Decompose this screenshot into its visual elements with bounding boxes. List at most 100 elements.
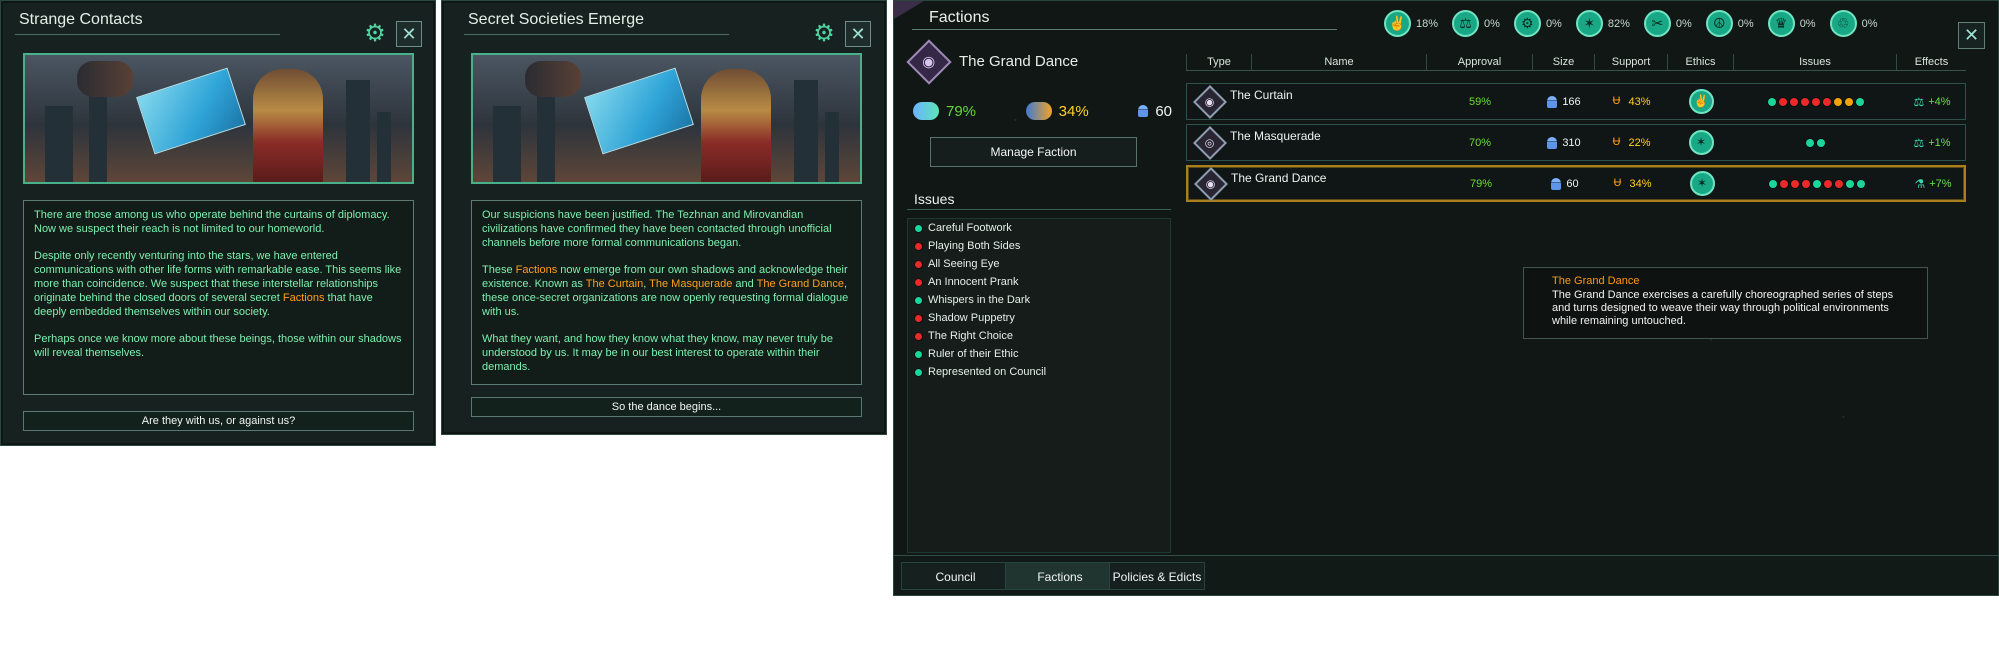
effect-icon: ⚖ [1913,135,1925,150]
size-cell: 60 [1534,177,1596,190]
support-icon: Ʉ [1612,136,1621,148]
support-value: 34% [1629,177,1652,190]
highlight-the-curtain: The Curtain [585,278,644,290]
close-button[interactable]: ✕ [396,21,422,47]
issue-item[interactable]: Playing Both Sides [908,237,1170,255]
close-icon: ✕ [850,24,866,44]
approval-icon [913,102,939,120]
banner-tower [493,106,521,182]
approval-value: 79% [946,102,977,120]
effects-header[interactable]: Effects [1896,54,1966,70]
manage-faction-button[interactable]: Manage Faction [930,137,1137,167]
size-header[interactable]: Size [1532,54,1594,70]
banner-tower [89,86,107,182]
ethic-icon: ✂ [1643,10,1671,37]
ethic-icon: ✶ [1688,130,1714,155]
faction-rows: ◉ The Curtain 59% 166 Ʉ 43% ✌ ⚖ +4% ◎ The … [1186,83,1966,206]
ethic-percentage: ⚙ 0% [1513,10,1562,37]
ethic-percentage: ♲ 0% [1829,10,1878,37]
robed-figure [253,69,323,182]
table-row[interactable]: ◉ The Curtain 59% 166 Ʉ 43% ✌ ⚖ +4% [1186,83,1966,120]
highlight-the-grand-dance: The Grand Dance [756,278,845,290]
response-button[interactable]: Are they with us, or against us? [23,411,414,431]
panel-title: Strange Contacts [19,11,143,28]
tab-policies-edicts[interactable]: Policies & Edicts [1109,562,1205,590]
status-dot-icon [1812,179,1821,188]
effect-value: +7% [1929,177,1952,190]
ethic-percent-value: 18% [1416,17,1439,30]
table-row[interactable]: ◎ The Masquerade 70% 310 Ʉ 22% ✶ ⚖ +1% [1186,124,1966,161]
ethic-icon: ☮ [1705,10,1733,37]
status-dot-icon [1855,97,1864,106]
banner-tower [45,106,73,182]
tab-council[interactable]: Council [901,562,1010,590]
issue-item[interactable]: Careful Footwork [908,219,1170,237]
type-header[interactable]: Type [1186,54,1251,70]
issue-label: The Right Choice [928,330,1013,342]
ethic-icon: ⚙ [1513,10,1541,37]
banner-tower [346,80,370,182]
issue-label: Ruler of their Ethic [928,348,1019,360]
support-icon: Ʉ [1613,177,1622,189]
effect-cell: ⚖ +4% [1897,95,1967,109]
description-paragraph-1: Our suspicions have been justified. The … [482,209,832,249]
faction-emblem-icon: ◉ [1193,84,1227,119]
close-button[interactable]: ✕ [1958,22,1985,49]
name-header[interactable]: Name [1251,54,1426,70]
tooltip-text: The Grand Dance exercises a carefully ch… [1552,289,1894,327]
ethics-header[interactable]: Ethics [1667,54,1733,70]
issue-dots [1735,179,1898,188]
support-value: 43% [1628,95,1651,108]
ethic-percent-value: 0% [1545,17,1562,30]
issue-item[interactable]: Represented on Council [908,363,1170,381]
size-stat: 60 [1138,103,1172,120]
table-header: Type Name Approval Size Support Ethics I… [1186,54,1966,71]
approval-header[interactable]: Approval [1426,54,1532,70]
size-value: 60 [1566,177,1579,190]
settings-button[interactable]: ⚙ [362,21,388,47]
ethic-percent-value: 82% [1607,17,1630,30]
banner-tower [537,86,555,182]
population-icon [1547,95,1558,108]
issues-header[interactable]: Issues [1733,54,1896,70]
status-dot-icon [915,224,922,232]
strange-contacts-panel: Strange Contacts ⚙ ✕ There are those amo… [0,0,436,446]
text-fragment: and [732,278,757,290]
table-row[interactable]: ◉ The Grand Dance 79% 60 Ʉ 34% ✶ ⚗ +7% [1186,165,1966,202]
issue-item[interactable]: Shadow Puppetry [908,309,1170,327]
issues-divider [907,209,1171,210]
banner-tower [377,112,391,182]
status-dot-icon [915,314,922,322]
selected-faction-name: The Grand Dance [959,53,1079,70]
status-dot-icon [1811,97,1820,106]
effect-cell: ⚗ +7% [1898,177,1968,191]
gear-icon: ⚙ [813,20,835,47]
status-dot-icon [1767,97,1776,106]
issue-item[interactable]: Whispers in the Dark [908,291,1170,309]
effect-icon: ⚗ [1914,176,1926,191]
issue-item[interactable]: The Right Choice [908,327,1170,345]
close-button[interactable]: ✕ [845,21,871,47]
status-dot-icon [915,368,922,376]
issue-item[interactable]: All Seeing Eye [908,255,1170,273]
status-dot-icon [1856,179,1865,188]
ethic-icon: ⚖ [1452,10,1480,37]
status-dot-icon [1806,138,1814,147]
ethics-cell: ✌ [1668,89,1734,114]
issue-item[interactable]: An Innocent Prank [908,273,1170,291]
highlight-the-masquerade: The Masquerade [649,278,733,290]
tab-factions[interactable]: Factions [1005,562,1115,590]
settings-button[interactable]: ⚙ [811,21,837,47]
event-banner [23,53,414,184]
faction-emblem-icon: ◎ [1193,125,1227,160]
support-header[interactable]: Support [1594,54,1667,70]
description-paragraph-2: Despite only recently venturing into the… [34,249,403,319]
event-description: There are those among us who operate beh… [23,200,414,395]
response-button[interactable]: So the dance begins... [471,397,862,417]
effect-value: +1% [1928,136,1951,149]
issue-item[interactable]: Ruler of their Ethic [908,345,1170,363]
highlight-factions: Factions [515,264,558,276]
size-cell: 310 [1533,136,1595,149]
description-paragraph-3: Perhaps once we know more about these be… [34,333,402,359]
factions-window: Factions ✌ 18% ⚖ 0% ⚙ 0% ✶ 82% ✂ 0% ☮ 0% ♛ 0% ♲… [893,0,1999,596]
